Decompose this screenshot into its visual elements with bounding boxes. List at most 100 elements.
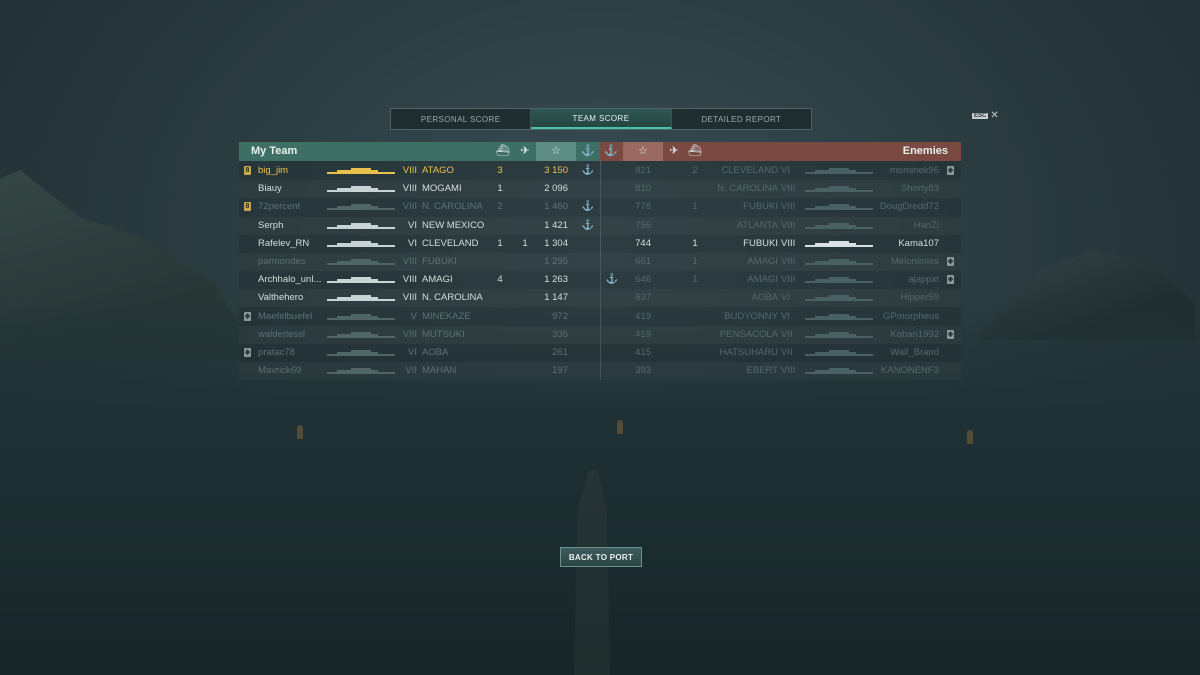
my-team-title: My Team bbox=[251, 145, 298, 157]
ship-tier: VIII bbox=[402, 274, 417, 286]
team-row[interactable]: Mavrick69 VII MAHAN 197 bbox=[239, 362, 600, 380]
team-row[interactable]: ◈ Maefelbuefel V MINEKAZE 972 bbox=[239, 308, 600, 326]
buoy bbox=[967, 430, 973, 444]
ship-tier: VI bbox=[408, 219, 417, 231]
team-row[interactable]: Valthehero VIII N. CAROLINA 1 147 bbox=[239, 289, 600, 307]
ship-silhouette-part bbox=[815, 333, 856, 336]
score-value: 419 bbox=[635, 328, 651, 340]
enemy-row[interactable]: 661 1 AMAGI VIII Melonimies ◈ bbox=[601, 253, 961, 271]
enemy-row[interactable]: 810 N. CAROLINA VIII Shorty83 bbox=[601, 180, 961, 198]
anchor-icon: ⚓ bbox=[605, 274, 619, 286]
tab-detailed-report[interactable]: DETAILED REPORT bbox=[672, 109, 811, 129]
kills-count bbox=[494, 344, 506, 362]
ship-name: HATSUHARU bbox=[719, 347, 778, 358]
player-name: Kama107 bbox=[898, 237, 939, 249]
ship-tier: VI bbox=[781, 165, 790, 176]
ship-silhouette-part bbox=[815, 352, 856, 354]
ship-silhouette-part bbox=[337, 352, 378, 354]
tab-personal-score[interactable]: PERSONAL SCORE bbox=[391, 109, 532, 129]
tab-team-score[interactable]: TEAM SCORE bbox=[531, 109, 672, 129]
enemy-row[interactable]: 778 1 FUBUKI VIII DougDredd72 bbox=[601, 198, 961, 216]
enemy-row[interactable]: 637 AOBA VI Hipper59 bbox=[601, 289, 961, 307]
score-value: 415 bbox=[635, 347, 651, 358]
kills-count bbox=[689, 217, 701, 235]
enemy-row[interactable]: 419 BUDYONNY VI GPmorpheus bbox=[601, 308, 961, 326]
ship-tier: VIII bbox=[781, 183, 796, 195]
score-value: 1 295 bbox=[544, 256, 568, 267]
ship-silhouette-part bbox=[327, 190, 395, 193]
team-row[interactable]: walderlessl VIII MUTSUKI 335 bbox=[239, 326, 600, 344]
team-row[interactable]: Biauy VIII MOGAMI 1 2 096 bbox=[239, 180, 600, 198]
ship-name: PENSACOLA bbox=[719, 328, 778, 340]
ship-silhouette-part bbox=[327, 299, 395, 302]
ship-silhouette bbox=[327, 313, 395, 320]
player-name: 72percent bbox=[258, 201, 301, 213]
ship-silhouette-part bbox=[327, 172, 395, 174]
team-row[interactable]: Serph VI NEW MEXICO 1 421 ⚓ bbox=[239, 217, 600, 235]
ship-silhouette bbox=[327, 185, 395, 193]
kills-count: 3 bbox=[497, 165, 503, 176]
score-value: 1 263 bbox=[544, 274, 568, 286]
esc-close-button[interactable]: ESC ✕ bbox=[972, 111, 999, 121]
player-name: Archhalo_unl... bbox=[258, 274, 322, 286]
enemy-row[interactable]: 415 HATSUHARU VII Wall_Brand bbox=[601, 344, 961, 362]
player-name: big_jim bbox=[258, 165, 289, 176]
star-icon: ☆ bbox=[551, 145, 561, 157]
ship-silhouette-part bbox=[815, 279, 856, 282]
planes-count bbox=[519, 198, 531, 216]
ship-silhouette bbox=[327, 203, 395, 211]
enemy-row[interactable]: 744 1 FUBUKI VIII Kama107 bbox=[601, 235, 961, 253]
enemy-row[interactable]: 419 PENSACOLA VII Koban1992 ◈ bbox=[601, 326, 961, 344]
ship-name: AMAGI bbox=[747, 256, 778, 267]
ship-silhouette-part bbox=[337, 333, 378, 336]
planes-count bbox=[519, 326, 531, 344]
score-value: 1 460 bbox=[544, 201, 568, 213]
ship-silhouette-part bbox=[337, 315, 378, 318]
ship-silhouette-part bbox=[337, 242, 378, 245]
enemy-row[interactable]: 393 EBERT VIII KANONENF3 bbox=[601, 362, 961, 380]
team-row[interactable]: Archhalo_unl... VIII AMAGI 4 1 263 bbox=[239, 271, 600, 289]
esc-key-label: ESC bbox=[972, 113, 989, 119]
enemy-row[interactable]: 756 ATLANTA VIII HanZi bbox=[601, 217, 961, 235]
enemy-row[interactable]: ⚓ 646 1 AMAGI VIII ajappxt ◈ bbox=[601, 271, 961, 289]
score-value: 2 096 bbox=[544, 183, 568, 195]
back-to-port-button[interactable]: BACK TO PORT bbox=[560, 547, 642, 567]
score-value: 419 bbox=[635, 310, 651, 322]
ship-name: FUBUKI bbox=[743, 237, 778, 249]
ship-silhouette-part bbox=[815, 242, 856, 245]
ship-tier: VII bbox=[781, 328, 793, 340]
score-value: 756 bbox=[635, 219, 651, 231]
ship-tier: VI bbox=[408, 237, 417, 249]
ship-name: AOBA bbox=[751, 292, 778, 304]
planes-count bbox=[519, 289, 531, 307]
team-row[interactable]: parmondes VIII FUBUKI 1 295 bbox=[239, 253, 600, 271]
score-value: 1 304 bbox=[544, 237, 568, 249]
team-row[interactable]: ◈ pratac78 VI AOBA 261 bbox=[239, 344, 600, 362]
player-name: Serph bbox=[258, 219, 284, 231]
ship-silhouette bbox=[327, 276, 395, 284]
ship-silhouette-part bbox=[815, 170, 856, 172]
team-row[interactable]: 8 72percent VIII N. CAROLINA 2 1 460 ⚓ bbox=[239, 198, 600, 216]
enemy-row[interactable]: 821 2 CLEVELAND VI mominek96 ◈ bbox=[601, 162, 961, 180]
player-name: mominek96 bbox=[889, 165, 939, 176]
anchor-icon: ⚓ bbox=[581, 165, 595, 176]
shield-icon: ◈ bbox=[947, 257, 954, 266]
player-name: HanZi bbox=[913, 219, 939, 231]
score-value: 3 150 bbox=[544, 165, 568, 176]
ship-silhouette-part bbox=[327, 281, 395, 284]
team-row[interactable]: Rafelev_RN VI CLEVELAND 1 1 1 304 bbox=[239, 235, 600, 253]
ship-tier: VIII bbox=[781, 219, 796, 231]
buoy bbox=[297, 425, 303, 439]
ship-silhouette-part bbox=[327, 372, 395, 375]
ship-silhouette bbox=[327, 222, 395, 229]
kills-count bbox=[689, 362, 701, 380]
ship-name: N. CAROLINA bbox=[717, 183, 778, 195]
enemies-title: Enemies bbox=[902, 145, 948, 157]
player-name: walderlessl bbox=[258, 328, 305, 340]
kills-count bbox=[494, 253, 506, 271]
team-row[interactable]: 8 big_jim VIII ATAGO 3 3 150 ⚓ bbox=[239, 162, 600, 180]
kills-count: 4 bbox=[497, 274, 503, 286]
ship-name: AMAGI bbox=[747, 274, 778, 286]
ship-silhouette-part bbox=[327, 226, 395, 229]
ship-silhouette-part bbox=[815, 315, 856, 318]
